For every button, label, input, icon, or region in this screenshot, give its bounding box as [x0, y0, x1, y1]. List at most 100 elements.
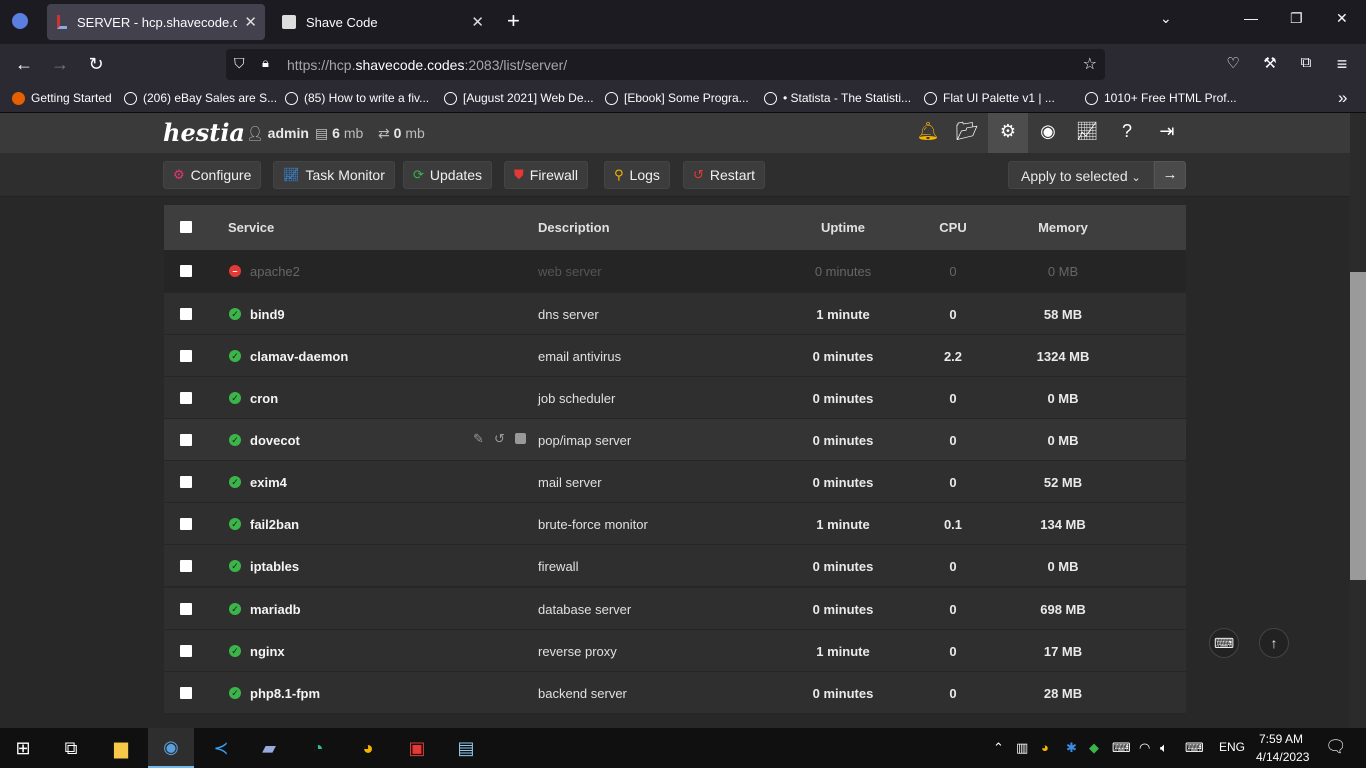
shield-icon[interactable]: ⛉ — [234, 55, 245, 72]
notepad-icon[interactable]: ▰ — [246, 728, 292, 768]
notifications-icon[interactable]: 🗨︎ — [1325, 737, 1347, 757]
row-checkbox[interactable] — [180, 350, 192, 362]
task-view-icon[interactable]: ⧉ — [48, 728, 94, 768]
touch-keyboard-icon[interactable]: ⌨ — [1185, 740, 1204, 756]
bookmark-item[interactable]: 1010+ Free HTML Prof... — [1085, 91, 1237, 105]
service-name[interactable]: iptables — [250, 559, 299, 574]
list-tabs-chevron-icon[interactable]: ⌄ — [1160, 10, 1172, 27]
table-row[interactable]: ✓ clamav-daemon email antivirus 0 minute… — [164, 335, 1186, 377]
col-description[interactable]: Description — [538, 220, 610, 235]
logout-icon[interactable]: ⇥ — [1155, 121, 1179, 145]
col-memory[interactable]: Memory — [1003, 220, 1123, 235]
scrollbar-thumb[interactable] — [1350, 272, 1366, 580]
folder-icon[interactable]: 📂︎ — [955, 121, 979, 145]
vscode-icon[interactable]: ≺ — [198, 728, 244, 768]
apply-button[interactable]: → — [1154, 161, 1186, 189]
col-service[interactable]: Service — [228, 220, 274, 235]
table-row[interactable]: ✓ fail2ban brute-force monitor 1 minute … — [164, 503, 1186, 545]
row-checkbox[interactable] — [180, 687, 192, 699]
service-name[interactable]: nginx — [250, 644, 285, 659]
apply-to-selected-select[interactable]: Apply to selected ⌄ — [1008, 161, 1154, 189]
url-bar[interactable]: ⛉ 🔒︎ https://hcp.shavecode.codes:2083/li… — [226, 49, 1105, 80]
new-tab-icon[interactable]: + — [507, 8, 520, 34]
col-uptime[interactable]: Uptime — [783, 220, 903, 235]
row-checkbox[interactable] — [180, 645, 192, 657]
reload-icon[interactable]: ↻ — [85, 54, 107, 75]
table-row[interactable]: ✓ mariadb database server 0 minutes 0 69… — [164, 588, 1186, 630]
tray-app-icon[interactable]: ▥ — [1016, 740, 1028, 756]
row-checkbox[interactable] — [180, 308, 192, 320]
tray-chrome-icon[interactable]: ◕ — [1041, 740, 1049, 755]
service-name[interactable]: clamav-daemon — [250, 349, 348, 364]
row-checkbox[interactable] — [180, 392, 192, 404]
bookmark-item[interactable]: Flat UI Palette v1 | ... — [924, 91, 1055, 105]
close-tab-icon[interactable]: ✕ — [244, 13, 257, 31]
pocket-icon[interactable]: ♡ — [1222, 54, 1244, 72]
acrobat-icon[interactable]: ▣ — [394, 728, 440, 768]
restart-button[interactable]: ↺ Restart — [683, 161, 766, 189]
user-circle-icon[interactable]: ◉ — [1036, 121, 1060, 145]
table-row[interactable]: – apache2 web server 0 minutes 0 0 MB — [164, 250, 1186, 292]
service-name[interactable]: php8.1-fpm — [250, 686, 320, 701]
service-name[interactable]: bind9 — [250, 307, 285, 322]
volume-icon[interactable]: 🔈︎ — [1160, 740, 1168, 756]
row-checkbox[interactable] — [180, 518, 192, 530]
chrome-icon[interactable]: ◕ — [345, 728, 391, 768]
firefox-icon[interactable]: ◉ — [148, 728, 194, 768]
help-icon[interactable]: ? — [1115, 121, 1139, 145]
user-stat[interactable]: 👤︎ admin — [246, 125, 309, 142]
wifi-icon[interactable]: ◠ — [1139, 740, 1150, 756]
table-row[interactable]: ✓ nginx reverse proxy 1 minute 0 17 MB — [164, 630, 1186, 672]
service-name[interactable]: exim4 — [250, 475, 287, 490]
firefox-menu-icon[interactable] — [12, 13, 28, 29]
tab-shave-code[interactable]: Shave Code ✕ — [272, 4, 492, 40]
bell-icon[interactable]: 🔔︎ — [916, 121, 940, 145]
close-window-icon[interactable]: ✕ — [1336, 10, 1348, 27]
row-checkbox[interactable] — [180, 476, 192, 488]
back-icon[interactable]: ← — [13, 54, 35, 75]
service-name[interactable]: cron — [250, 391, 278, 406]
configure-button[interactable]: ⚙ Configure — [163, 161, 262, 189]
task-monitor-button[interactable]: 📈︎ Task Monitor — [273, 161, 395, 189]
lock-icon[interactable]: 🔒︎ — [262, 55, 269, 71]
row-checkbox[interactable] — [180, 434, 192, 446]
close-tab-icon[interactable]: ✕ — [471, 13, 484, 31]
table-row[interactable]: ✓ exim4 mail server 0 minutes 0 52 MB — [164, 461, 1186, 503]
photos-icon[interactable]: ▤ — [443, 728, 489, 768]
keyboard-shortcuts-button[interactable]: ⌨ — [1209, 628, 1239, 658]
language-indicator[interactable]: ENG — [1219, 740, 1245, 754]
bookmark-item[interactable]: • Statista - The Statisti... — [764, 91, 911, 105]
bookmark-item[interactable]: [Ebook] Some Progra... — [605, 91, 749, 105]
restore-icon[interactable]: ❐ — [1290, 10, 1303, 27]
edit-icon[interactable]: ✎ — [473, 431, 484, 447]
bookmark-item[interactable]: [August 2021] Web De... — [444, 91, 594, 105]
updates-button[interactable]: ⟳ Updates — [403, 161, 493, 189]
gear-icon[interactable]: ⚙ — [996, 121, 1020, 145]
firewall-button[interactable]: ⛊ Firewall — [504, 161, 588, 189]
windows-start-icon[interactable]: ⊞ — [0, 728, 46, 768]
hestia-logo[interactable]: hestia — [163, 118, 245, 147]
logs-button[interactable]: ⚲ Logs — [604, 161, 670, 189]
stats-icon[interactable]: 📈︎ — [1075, 121, 1099, 145]
input-method-icon[interactable]: ⌨ — [1112, 740, 1131, 756]
clock-time[interactable]: 7:59 AM — [1259, 732, 1303, 746]
service-name[interactable]: mariadb — [250, 602, 301, 617]
minimize-icon[interactable]: — — [1244, 10, 1258, 26]
row-checkbox[interactable] — [180, 560, 192, 572]
bookmark-star-icon[interactable]: ☆ — [1083, 54, 1097, 74]
edge-icon[interactable]: ◔ — [295, 728, 341, 768]
service-name[interactable]: dovecot — [250, 433, 300, 448]
wrench-icon[interactable]: ⚒ — [1259, 54, 1281, 72]
table-row[interactable]: ✓ cron job scheduler 0 minutes 0 0 MB — [164, 377, 1186, 419]
more-bookmarks-icon[interactable]: » — [1338, 88, 1347, 108]
app-menu-icon[interactable]: ≡ — [1331, 54, 1353, 75]
bookmark-item[interactable]: Getting Started — [12, 91, 112, 105]
table-row[interactable]: ✓ iptables firewall 0 minutes 0 0 MB — [164, 545, 1186, 587]
bookmark-item[interactable]: (85) How to write a fiv... — [285, 91, 429, 105]
clock-date[interactable]: 4/14/2023 — [1256, 750, 1309, 764]
tab-server[interactable]: SERVER - hcp.shavecode.codes ✕ — [47, 4, 265, 40]
show-hidden-icons-icon[interactable]: ⌃ — [993, 740, 1004, 756]
file-explorer-icon[interactable]: ▆ — [98, 728, 144, 768]
bluetooth-icon[interactable]: ✱ — [1066, 740, 1077, 756]
url-text[interactable]: https://hcp.shavecode.codes:2083/list/se… — [287, 57, 567, 73]
